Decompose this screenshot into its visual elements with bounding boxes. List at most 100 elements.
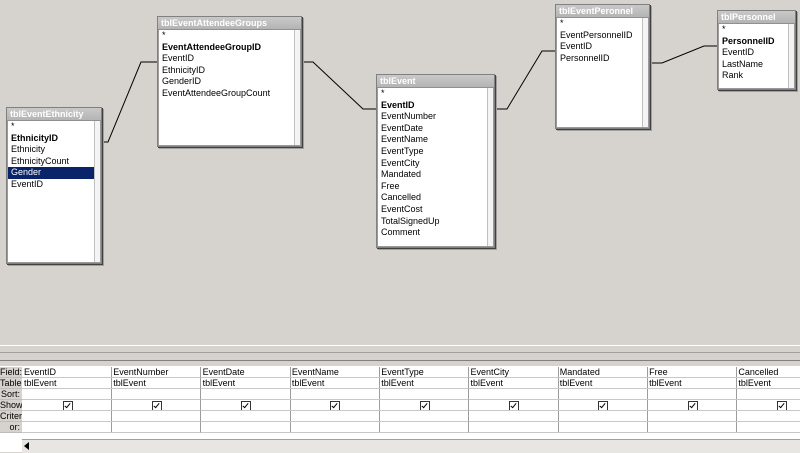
grid-or-cell[interactable] [379, 422, 470, 433]
grid-horizontal-scrollbar[interactable] [22, 439, 800, 453]
grid-field-cell[interactable]: EventCity [468, 367, 559, 378]
table-title[interactable]: tblEventAttendeeGroups [158, 17, 301, 30]
pane-splitter[interactable] [0, 345, 800, 361]
grid-table-cell[interactable]: tblEvent [557, 378, 648, 389]
table-window-tblPersonnel[interactable]: tblPersonnel * PersonnelID EventID LastName… [717, 10, 796, 90]
grid-table-cell[interactable]: tblEvent [200, 378, 291, 389]
field-item[interactable]: EventID [159, 53, 300, 65]
field-item[interactable]: EventNumber [378, 111, 493, 123]
field-all-columns[interactable]: * [378, 88, 493, 100]
field-item[interactable]: EventAttendeeGroupID [159, 42, 300, 54]
grid-show-cell[interactable] [468, 400, 559, 411]
field-item[interactable]: Gender [8, 167, 100, 179]
grid-or-cell[interactable] [111, 422, 202, 433]
field-item[interactable]: Mandated [378, 169, 493, 181]
show-checkbox[interactable] [151, 401, 162, 410]
grid-table-cell[interactable]: tblEvent [111, 378, 202, 389]
field-list[interactable]: * PersonnelID EventID LastName Rank [718, 24, 795, 89]
table-title[interactable]: tblEventPeronnel [556, 5, 649, 18]
field-item[interactable]: Ethnicity [8, 144, 100, 156]
field-item[interactable]: EventID [719, 47, 794, 59]
grid-show-cell[interactable] [111, 400, 202, 411]
field-all-columns[interactable]: * [8, 121, 100, 133]
field-item[interactable]: EventType [378, 146, 493, 158]
grid-criteria-cell[interactable] [289, 411, 380, 422]
table-title[interactable]: tblEventEthnicity [7, 108, 101, 121]
field-item[interactable]: PersonnelID [557, 53, 648, 65]
grid-criteria-cell[interactable] [736, 411, 800, 422]
field-list-scrollbar[interactable] [294, 30, 300, 145]
grid-criteria-cell[interactable] [111, 411, 202, 422]
grid-sort-cell[interactable] [468, 389, 559, 400]
table-title[interactable]: tblEvent [377, 75, 494, 88]
grid-or-cell[interactable] [557, 422, 648, 433]
grid-sort-cell[interactable] [111, 389, 202, 400]
grid-or-cell[interactable] [289, 422, 380, 433]
grid-or-cell[interactable] [736, 422, 800, 433]
field-item[interactable]: Rank [719, 70, 794, 82]
field-item[interactable]: EventCity [378, 158, 493, 170]
grid-field-cell[interactable]: EventNumber [111, 367, 202, 378]
show-checkbox[interactable] [776, 401, 787, 410]
field-item[interactable]: GenderID [159, 76, 300, 88]
field-list-scrollbar[interactable] [642, 18, 648, 127]
grid-or-cell[interactable] [647, 422, 738, 433]
field-item[interactable]: EthnicityID [159, 65, 300, 77]
field-list[interactable]: * EventAttendeeGroupID EventID EthnicityID G… [158, 30, 301, 146]
field-item[interactable]: EventAttendeeGroupCount [159, 88, 300, 100]
field-item[interactable]: TotalSignedUp [378, 216, 493, 228]
field-item[interactable]: Cancelled [378, 192, 493, 204]
grid-table-cell[interactable]: tblEvent [468, 378, 559, 389]
show-checkbox[interactable] [330, 401, 341, 410]
scroll-left-arrow-icon[interactable] [24, 442, 29, 450]
field-all-columns[interactable]: * [159, 30, 300, 42]
grid-table-cell[interactable]: tblEvent [22, 378, 112, 389]
grid-show-cell[interactable] [200, 400, 291, 411]
grid-criteria-cell[interactable] [379, 411, 470, 422]
grid-show-cell[interactable] [22, 400, 112, 411]
grid-field-cell[interactable]: Cancelled [736, 367, 800, 378]
field-item[interactable]: EventName [378, 134, 493, 146]
field-list[interactable]: * EventID EventNumber EventDate EventName Eve… [377, 88, 494, 247]
show-checkbox[interactable] [241, 401, 252, 410]
grid-sort-cell[interactable] [289, 389, 380, 400]
grid-show-cell[interactable] [647, 400, 738, 411]
field-item[interactable]: LastName [719, 59, 794, 71]
grid-table-cell[interactable]: tblEvent [736, 378, 800, 389]
field-item[interactable]: EthnicityID [8, 133, 100, 145]
grid-sort-cell[interactable] [557, 389, 648, 400]
field-item[interactable]: Comment [378, 227, 493, 239]
grid-criteria-cell[interactable] [22, 411, 112, 422]
grid-field-cell[interactable]: EventDate [200, 367, 291, 378]
field-item[interactable]: Free [378, 181, 493, 193]
field-item[interactable]: PersonnelID [719, 36, 794, 48]
field-item[interactable]: EventDate [378, 123, 493, 135]
grid-show-cell[interactable] [379, 400, 470, 411]
show-checkbox[interactable] [419, 401, 430, 410]
grid-sort-cell[interactable] [379, 389, 470, 400]
table-window-tblEventEthnicity[interactable]: tblEventEthnicity * EthnicityID Ethnicity E… [6, 107, 102, 264]
grid-show-cell[interactable] [289, 400, 380, 411]
grid-table-cell[interactable]: tblEvent [379, 378, 470, 389]
field-all-columns[interactable]: * [719, 24, 794, 36]
grid-table-cell[interactable]: tblEvent [289, 378, 380, 389]
show-checkbox[interactable] [62, 401, 73, 410]
grid-criteria-cell[interactable] [200, 411, 291, 422]
show-checkbox[interactable] [509, 401, 519, 410]
grid-show-cell[interactable] [736, 400, 800, 411]
grid-criteria-cell[interactable] [468, 411, 559, 422]
show-checkbox[interactable] [598, 401, 609, 410]
field-item[interactable]: EventCost [378, 204, 493, 216]
grid-sort-cell[interactable] [736, 389, 800, 400]
grid-or-cell[interactable] [200, 422, 291, 433]
grid-sort-cell[interactable] [647, 389, 738, 400]
field-list[interactable]: * EthnicityID Ethnicity EthnicityCount Gende… [7, 121, 101, 263]
grid-criteria-cell[interactable] [647, 411, 738, 422]
grid-or-cell[interactable] [22, 422, 112, 433]
show-checkbox[interactable] [687, 401, 698, 410]
grid-show-cell[interactable] [557, 400, 648, 411]
grid-table-cell[interactable]: tblEvent [647, 378, 738, 389]
table-window-tblEventPeronnel[interactable]: tblEventPeronnel * EventPersonnelID EventI… [555, 4, 650, 129]
field-item[interactable]: EventID [557, 41, 648, 53]
grid-field-cell[interactable]: EventType [379, 367, 470, 378]
